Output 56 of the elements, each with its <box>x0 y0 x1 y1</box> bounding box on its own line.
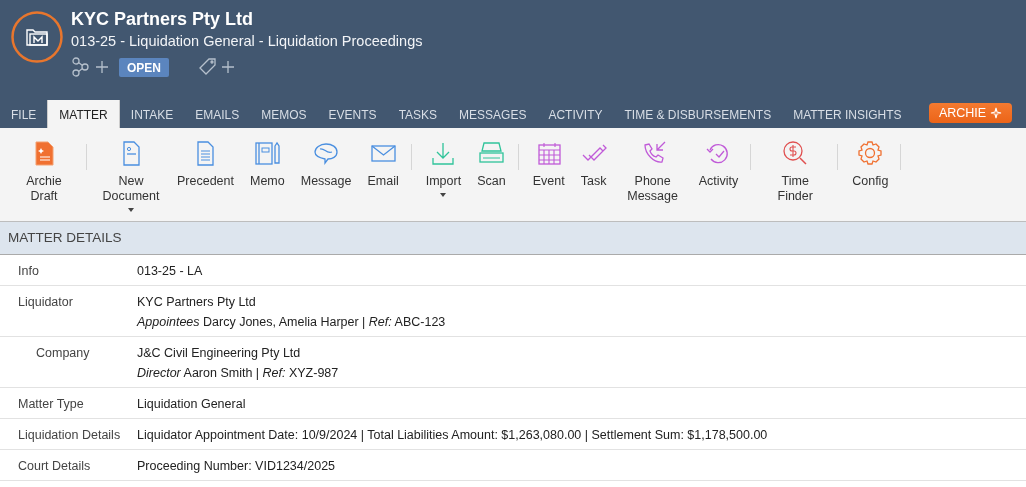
field-label: Liquidator <box>17 294 74 311</box>
caret-icon <box>128 208 134 212</box>
toolbar-button[interactable]: Config <box>844 140 897 189</box>
tab[interactable]: MESSAGES <box>448 100 538 128</box>
calendar-icon <box>535 140 562 166</box>
toolbar-button[interactable]: Event <box>524 140 573 189</box>
field-label: Liquidation Details <box>17 427 122 444</box>
matter-subtitle: 013-25 - Liquidation General - Liquidation Proceedings <box>71 32 423 51</box>
toolbar-button[interactable]: Email <box>359 140 407 189</box>
notebook-icon <box>254 140 281 166</box>
field-value: Appointees Darcy Jones, Amelia Harper | Ref: ABC-123 <box>137 314 446 331</box>
matter-folder-icon <box>11 11 63 63</box>
add-tag-icon[interactable] <box>197 57 235 77</box>
toolbar-button[interactable]: Activity <box>690 140 747 189</box>
field-value: Liquidator Appointment Date: 10/9/2024 | Total Liabilities Amount: $1,263,080.00 | Settlement Sum: $1,178,500.00 <box>137 427 768 444</box>
tab[interactable]: ACTIVITY <box>537 100 614 128</box>
status-badge: OPEN <box>119 57 169 77</box>
caret-icon <box>440 193 447 197</box>
tab[interactable]: MATTER INSIGHTS <box>782 100 913 128</box>
field-value: Liquidation General <box>137 396 246 413</box>
tab[interactable]: MATTER <box>47 100 120 128</box>
tab[interactable]: INTAKE <box>119 100 185 128</box>
tab[interactable]: MEMOS <box>250 100 318 128</box>
field-value: KYC Partners Pty Ltd <box>137 294 257 311</box>
dollar-search-icon <box>782 140 809 166</box>
field-label: Company <box>35 345 91 362</box>
toolbar-button[interactable]: Import <box>417 140 470 197</box>
tab[interactable]: TIME & DISBURSEMENTS <box>613 100 783 128</box>
toolbar-button[interactable]: New Document <box>93 140 169 212</box>
download-icon <box>430 140 457 166</box>
tab[interactable]: EVENTS <box>317 100 388 128</box>
field-label: Matter Type <box>17 396 85 413</box>
toolbar-button[interactable]: Precedent <box>169 140 242 189</box>
field-label: Info <box>17 263 40 280</box>
toolbar-button[interactable]: Phone Message <box>614 140 691 204</box>
field-value: Director Aaron Smith | Ref: XYZ-987 <box>137 365 339 382</box>
speech-bubble-icon <box>313 140 340 166</box>
tab[interactable]: EMAILS <box>184 100 251 128</box>
scanner-icon <box>478 140 505 166</box>
gear-icon <box>857 140 884 166</box>
toolbar-button[interactable]: Message <box>292 140 360 189</box>
toolbar-button[interactable]: Archie Draft <box>6 140 82 204</box>
toolbar-button[interactable]: Task <box>572 140 615 189</box>
sparkle-icon <box>990 107 1003 119</box>
tab[interactable]: TASKS <box>387 100 449 128</box>
add-relation-icon[interactable] <box>71 57 109 77</box>
field-value: J&C Civil Engineering Pty Ltd <box>137 345 302 362</box>
toolbar-button[interactable]: Time Finder <box>757 140 834 204</box>
toolbar-button[interactable]: Memo <box>242 140 293 189</box>
matter-title: KYC Partners Pty Ltd <box>71 9 255 29</box>
section-header[interactable]: MATTER DETAILS <box>0 222 1026 255</box>
field-value: Proceeding Number: VID1234/2025 <box>137 458 336 475</box>
toolbar-button[interactable]: Scan <box>469 140 514 189</box>
tab[interactable]: FILE <box>0 100 48 128</box>
field-label: Court Details <box>17 458 92 475</box>
field-value: 013-25 - LA <box>137 263 203 280</box>
